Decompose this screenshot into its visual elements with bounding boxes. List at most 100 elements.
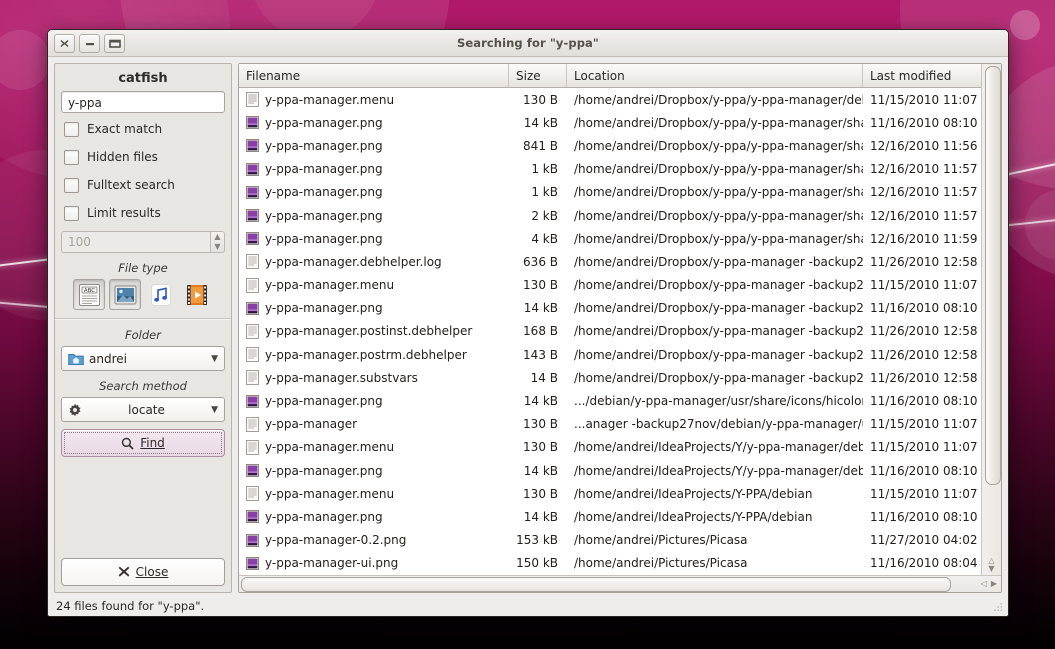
cell-location: /home/andrei/IdeaProjects/Y/y-ppa-manage… [574,440,863,455]
maximize-icon[interactable] [104,33,125,53]
image-icon [114,285,136,304]
table-row[interactable]: y-ppa-manager.png 14 kB/home/andrei/IdeaP… [239,459,981,482]
cell-last-modified: 11/26/2010 12:58 [870,347,978,362]
cell-filename: y-ppa-manager-0.2.png [239,533,509,548]
table-row[interactable]: y-ppa-manager.debhelper.log 636 B/home/an… [239,250,981,273]
close-button[interactable]: Close [61,557,225,586]
table-row[interactable]: y-ppa-manager 130 B ...anager -backup27nov… [239,413,981,436]
cell-size: 14 kB [523,463,558,478]
column-header-last-modified[interactable]: Last modified [863,64,981,87]
cell-filename: y-ppa-manager.substvars [239,370,509,386]
results-list[interactable]: y-ppa-manager.menu 130 B/home/andrei/Drop… [239,88,981,575]
column-header-size[interactable]: Size [509,64,567,87]
cell-last-modified: 11/16/2010 08:10 [870,301,978,316]
image-file-icon [246,533,259,547]
image-file-icon [246,116,259,130]
checkbox-box[interactable] [64,177,79,193]
table-row[interactable]: y-ppa-manager.substvars 14 B/home/andrei/… [239,366,981,389]
resize-grip-icon[interactable] [992,601,1004,613]
search-input[interactable]: y-ppa [61,91,225,113]
checkbox-label: Hidden files [87,150,158,164]
find-button[interactable]: Find [61,429,225,457]
cell-last-modified: 11/15/2010 11:07 [870,278,978,293]
minimize-icon[interactable] [79,33,100,53]
table-row[interactable]: y-ppa-manager.postrm.debhelper 143 B/home… [239,343,981,366]
image-file-icon [246,185,259,199]
cell-location: /home/andrei/IdeaProjects/Y/y-ppa-manage… [574,463,863,478]
table-row[interactable]: y-ppa-manager.png 2 kB/home/andrei/Dropbo… [239,204,981,227]
title-bar[interactable]: Searching for "y-ppa" [48,30,1008,57]
checkbox-box[interactable] [64,149,79,165]
cell-last-modified: 12/16/2010 11:56 [870,138,978,153]
wallpaper-orb [0,30,50,90]
stepper-buttons[interactable]: ▲ ▼ [210,231,225,253]
stepper-down-icon[interactable]: ▼ [214,243,220,251]
horizontal-scroll-track[interactable] [241,577,979,593]
table-row[interactable]: y-ppa-manager.postinst.debhelper 168 B/ho… [239,320,981,343]
file-type-videos-button[interactable] [181,279,213,310]
filename-text: y-ppa-manager-0.2.png [265,533,407,548]
table-row[interactable]: y-ppa-manager.menu 130 B/home/andrei/Idea… [239,482,981,505]
scroll-left-icon[interactable]: ◁ [979,579,989,588]
cell-filename: y-ppa-manager.debhelper.log [239,254,509,270]
cell-location: /home/andrei/Dropbox/y-ppa-manager -back… [574,370,863,385]
cell-last-modified: 11/16/2010 08:10 [870,463,978,478]
cell-size: 130 B [523,278,558,293]
table-row[interactable]: y-ppa-manager-ui.png 150 kB/home/andrei/P… [239,552,981,575]
table-row[interactable]: y-ppa-manager.png 14 kB/home/andrei/Dropb… [239,297,981,320]
cell-size: 636 B [523,254,558,269]
checkbox-exact-match[interactable]: Exact match [61,117,225,141]
horizontal-scroll-thumb[interactable] [241,577,952,593]
table-row[interactable]: y-ppa-manager.png 14 kB/home/andrei/IdeaP… [239,505,981,528]
table-row[interactable]: y-ppa-manager.png 841 B/home/andrei/Dropb… [239,134,981,157]
search-method-select[interactable]: locate ▼ [61,397,225,422]
cell-location: /home/andrei/IdeaProjects/Y-PPA/debian [574,509,813,524]
results-header-row: Filename Size Location Last modified [239,64,981,88]
table-row[interactable]: y-ppa-manager.png 4 kB/home/andrei/Dropbo… [239,227,981,250]
scroll-down-icon[interactable]: ▼ [988,564,994,573]
limit-results-stepper[interactable]: 100 ▲ ▼ [61,231,225,253]
folder-select[interactable]: andrei ▼ [61,346,225,371]
vertical-scroll-track[interactable] [984,66,1001,557]
close-icon[interactable] [54,33,75,53]
table-row[interactable]: y-ppa-manager-0.2.png 153 kB/home/andrei/… [239,529,981,552]
file-type-music-button[interactable] [145,279,177,310]
text-file-icon [246,254,259,270]
desktop-background: Searching for "y-ppa" catfish y-ppa Exac… [0,0,1055,649]
cell-size: 1 kB [531,162,558,177]
cell-filename: y-ppa-manager.postrm.debhelper [239,347,509,363]
file-type-images-button[interactable] [109,279,141,310]
cell-size: 14 B [530,370,558,385]
cell-location: /home/andrei/Dropbox/y-ppa/y-ppa-manager… [574,185,863,200]
text-file-icon [246,277,259,293]
checkbox-limit-results[interactable]: Limit results [61,201,225,225]
table-row[interactable]: y-ppa-manager.png 1 kB/home/andrei/Dropbo… [239,181,981,204]
vertical-scrollbar[interactable]: △ ▼ [981,64,1001,575]
checkbox-hidden-files[interactable]: Hidden files [61,145,225,169]
cell-size: 130 B [523,417,558,432]
cell-location: .../debian/y-ppa-manager/usr/share/icons… [574,394,863,409]
file-type-documents-button[interactable]: ABC [73,279,105,310]
table-row[interactable]: y-ppa-manager.menu 130 B/home/andrei/Drop… [239,274,981,297]
checkbox-box[interactable] [64,121,79,137]
table-row[interactable]: y-ppa-manager.png 1 kB/home/andrei/Dropbo… [239,158,981,181]
vertical-scroll-thumb[interactable] [984,66,1001,486]
stepper-up-icon[interactable]: ▲ [214,233,220,241]
table-row[interactable]: y-ppa-manager.png 14 kB/home/andrei/Dropb… [239,111,981,134]
limit-results-input[interactable]: 100 [61,231,210,253]
column-header-location[interactable]: Location [567,64,863,87]
text-file-icon [246,347,259,363]
checkbox-fulltext-search[interactable]: Fulltext search [61,173,225,197]
status-bar: 24 files found for "y-ppa". [54,593,1002,616]
table-row[interactable]: y-ppa-manager.png 14 kB .../debian/y-ppa-m… [239,389,981,412]
chevron-down-icon[interactable]: ▼ [211,354,218,364]
horizontal-scrollbar[interactable]: ◁ ▶ [239,574,1001,593]
column-header-filename[interactable]: Filename [239,64,509,87]
cell-filename: y-ppa-manager [239,416,509,432]
table-row[interactable]: y-ppa-manager.menu 130 B/home/andrei/Idea… [239,436,981,459]
checkbox-box[interactable] [64,205,79,221]
table-row[interactable]: y-ppa-manager.menu 130 B/home/andrei/Drop… [239,88,981,111]
checkbox-label: Exact match [87,122,163,136]
scroll-right-icon[interactable]: ▶ [989,579,999,588]
chevron-down-icon[interactable]: ▼ [211,405,218,415]
